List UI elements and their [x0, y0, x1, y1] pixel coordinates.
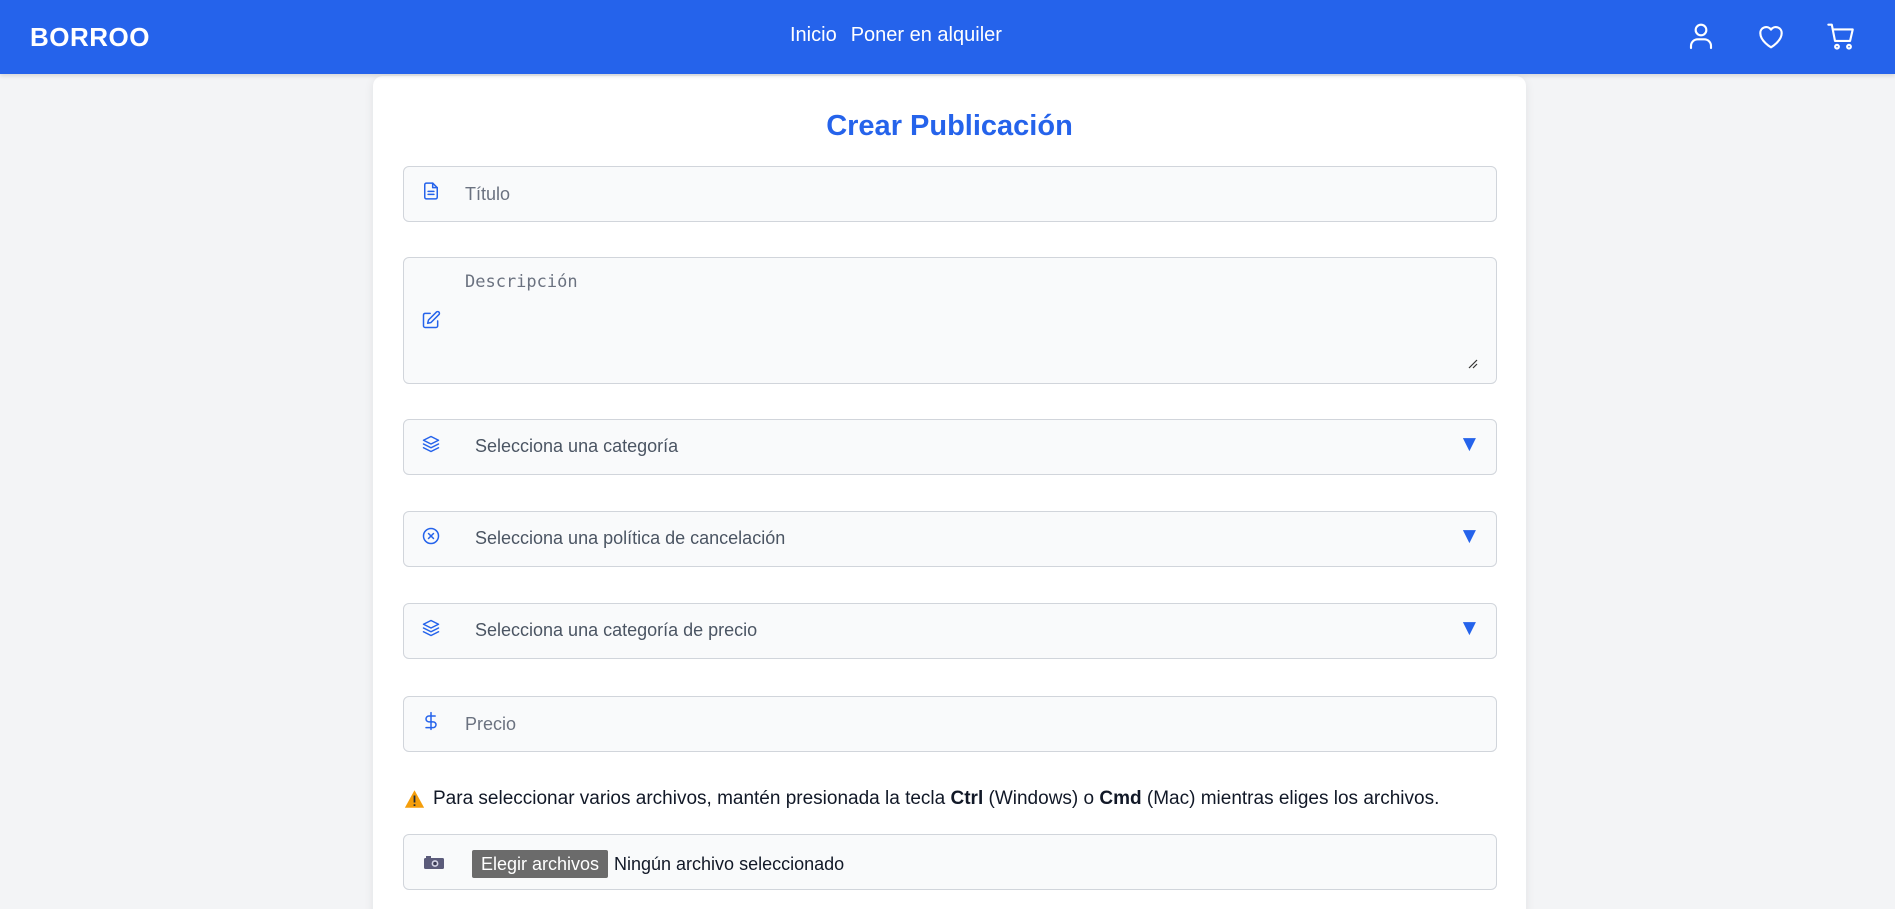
brand-logo[interactable]: BORROO: [30, 22, 150, 53]
warning-icon: [404, 789, 425, 809]
camera-icon: [423, 856, 445, 870]
description-field: [403, 257, 1497, 384]
resize-handle-icon[interactable]: [1468, 359, 1478, 369]
file-upload-field: Elegir archivos Ningún archivo seleccion…: [403, 834, 1497, 890]
x-circle-icon: [421, 526, 441, 546]
chevron-down-icon: ▼: [1462, 618, 1476, 638]
title-input[interactable]: [404, 167, 1496, 221]
navbar: BORROO Inicio Poner en alquiler: [0, 0, 1895, 74]
description-textarea[interactable]: [404, 258, 1496, 383]
price-category-select[interactable]: Selecciona una categoría de precio ▼: [403, 603, 1497, 659]
nav-links: Inicio Poner en alquiler: [790, 24, 1002, 47]
price-category-select-value: Selecciona una categoría de precio: [475, 620, 758, 640]
choose-files-button[interactable]: Elegir archivos: [472, 850, 609, 878]
layers-icon: [421, 618, 441, 638]
user-icon[interactable]: [1685, 20, 1717, 52]
page-title: Crear Publicación: [826, 110, 1073, 142]
nav-icons: [1685, 20, 1857, 52]
title-field: [403, 166, 1497, 222]
cancellation-policy-select[interactable]: Selecciona una política de cancelación ▼: [403, 511, 1497, 567]
nav-link-poner-en-alquiler[interactable]: Poner en alquiler: [851, 24, 1002, 47]
heart-icon[interactable]: [1755, 20, 1787, 52]
create-post-card: Crear Publicación Título Descripción Sel…: [373, 76, 1526, 909]
category-select[interactable]: Selecciona una categoría ▼: [403, 419, 1497, 475]
file-status-text: Ningún archivo seleccionado: [614, 854, 845, 874]
notice-text: Para seleccionar varios archivos, mantén…: [433, 788, 1440, 809]
multi-file-notice: Para seleccionar varios archivos, mantén…: [404, 788, 1498, 810]
chevron-down-icon: ▼: [1462, 434, 1476, 454]
layers-icon: [421, 434, 441, 454]
chevron-down-icon: ▼: [1462, 526, 1476, 546]
nav-link-inicio[interactable]: Inicio: [790, 24, 837, 47]
price-field: [403, 696, 1497, 752]
cancellation-policy-select-value: Selecciona una política de cancelación: [475, 528, 786, 548]
price-input[interactable]: [404, 697, 1496, 751]
cmd-key-label: Cmd: [1099, 788, 1142, 809]
cart-icon[interactable]: [1825, 20, 1857, 52]
ctrl-key-label: Ctrl: [950, 788, 984, 809]
category-select-value: Selecciona una categoría: [475, 436, 679, 456]
